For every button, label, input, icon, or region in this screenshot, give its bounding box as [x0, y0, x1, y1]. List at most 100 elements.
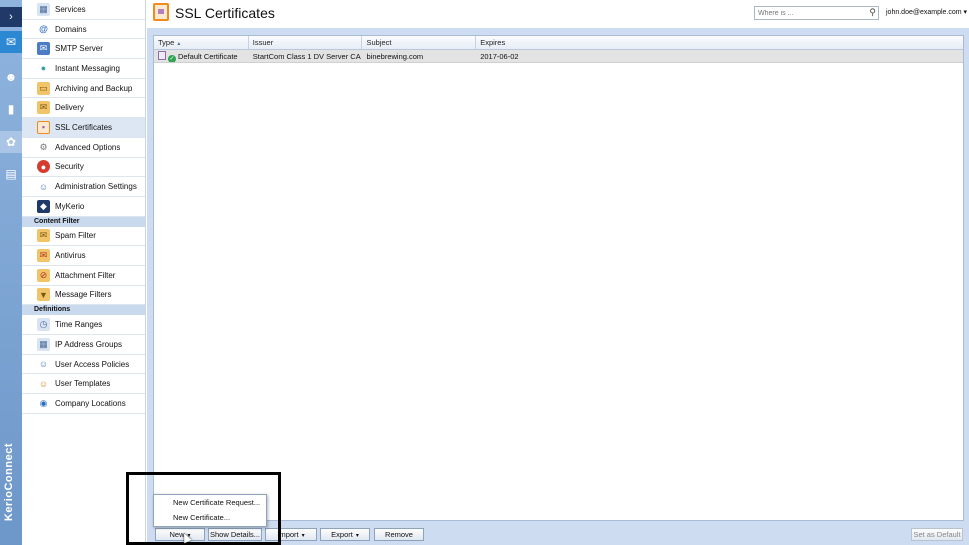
certificates-table: Type ▲ Issuer Subject Expires ✓ Default C…: [153, 35, 964, 521]
nav-item-ip-address-groups[interactable]: ▦ IP Address Groups: [22, 335, 145, 355]
menu-item-new-certificate[interactable]: New Certificate...: [154, 510, 266, 525]
ip-icon: ▦: [37, 337, 50, 351]
mail-icon[interactable]: ✉: [0, 31, 22, 53]
nav-item-instant-messaging[interactable]: ● Instant Messaging: [22, 59, 145, 79]
settings-nav: ▦ Services @ Domains ✉ SMTP Server ● Instant…: [22, 0, 146, 545]
gear-icon[interactable]: ✿: [0, 131, 22, 153]
nav-item-user-templates[interactable]: ☺ User Templates: [22, 374, 145, 395]
nav-item-label: Spam Filter: [55, 231, 96, 241]
nav-item-label: Instant Messaging: [55, 63, 120, 73]
nav-item-domains[interactable]: @ Domains: [22, 20, 145, 40]
admin-icon: ☺: [38, 181, 49, 192]
attachment-icon: ⊘: [37, 268, 50, 282]
nav-item-label: Antivirus: [55, 251, 86, 261]
user-name: john.doe@example.com: [886, 9, 962, 16]
nav-item-delivery[interactable]: ✉ Delivery: [22, 98, 145, 119]
column-header-type[interactable]: Type ▲: [154, 36, 249, 49]
menu-item-new-certificate-request[interactable]: New Certificate Request...: [154, 495, 266, 510]
nav-item-label: User Templates: [55, 379, 111, 389]
nav-item-archiving[interactable]: ▭ Archiving and Backup: [22, 79, 145, 99]
nav-item-label: Security: [55, 162, 84, 172]
nav-item-services[interactable]: ▦ Services: [22, 0, 145, 20]
section-header-definitions: Definitions: [22, 305, 145, 316]
section-header-content-filter: Content Filter: [22, 216, 145, 227]
app-rail: › ✉ ☻ ▮ ✿ ▤ KerioConnect: [0, 0, 22, 545]
nav-item-label: Domains: [55, 24, 87, 34]
cell-type: ✓ Default Certificate: [154, 50, 249, 62]
people-icon[interactable]: ☻: [0, 66, 22, 88]
nav-item-label: SMTP Server: [55, 44, 103, 54]
new-dropdown-menu: New Certificate Request... New Certifica…: [153, 494, 267, 527]
search-input[interactable]: [755, 7, 863, 19]
nav-item-security[interactable]: ● Security: [22, 158, 145, 178]
template-icon: ☺: [38, 378, 49, 389]
nav-item-administration-settings[interactable]: ☺ Administration Settings: [22, 177, 145, 197]
nav-item-label: Attachment Filter: [55, 270, 116, 280]
chevron-down-icon: ▾: [355, 533, 359, 539]
column-header-issuer[interactable]: Issuer: [249, 36, 363, 49]
remove-button[interactable]: Remove: [374, 528, 424, 541]
policy-icon: ☺: [38, 359, 49, 370]
nav-item-label: Company Locations: [55, 398, 126, 408]
search-box[interactable]: ⚲: [754, 6, 879, 20]
nav-item-user-access-policies[interactable]: ☺ User Access Policies: [22, 355, 145, 375]
nav-item-label: Time Ranges: [55, 320, 103, 330]
filter-icon: ▼: [37, 288, 50, 302]
certificate-icon: ▪: [37, 120, 50, 134]
location-icon: ◉: [39, 397, 48, 408]
chart-icon[interactable]: ▮: [0, 98, 22, 120]
mykerio-icon: ◆: [37, 199, 50, 213]
nav-item-label: SSL Certificates: [55, 122, 113, 132]
export-button[interactable]: Export ▾: [320, 528, 370, 541]
set-as-default-button[interactable]: Set as Default: [911, 528, 963, 541]
nav-item-time-ranges[interactable]: ◷ Time Ranges: [22, 315, 145, 335]
nav-item-label: MyKerio: [55, 201, 85, 211]
cell-expires: 2017-06-02: [480, 52, 519, 61]
nav-item-company-locations[interactable]: ◉ Company Locations: [22, 394, 145, 414]
nav-item-label: Message Filters: [55, 290, 112, 300]
nav-item-smtp-server[interactable]: ✉ SMTP Server: [22, 39, 145, 60]
chevron-down-icon: ▾: [301, 533, 305, 539]
nav-item-antivirus[interactable]: ✉ Antivirus: [22, 246, 145, 266]
nav-item-label: Services: [55, 4, 86, 14]
time-icon: ◷: [37, 318, 50, 332]
import-button[interactable]: Import ▾: [265, 528, 317, 541]
nav-item-mykerio[interactable]: ◆ MyKerio: [22, 197, 145, 217]
nav-item-label: IP Address Groups: [55, 339, 122, 349]
user-menu[interactable]: john.doe@example.com ▾: [886, 8, 967, 16]
table-row[interactable]: ✓ Default Certificate StartCom Class 1 DV…: [154, 50, 963, 63]
services-icon: ▦: [37, 2, 50, 16]
nav-item-label: User Access Policies: [55, 359, 130, 369]
expand-icon[interactable]: ›: [0, 7, 22, 27]
nav-item-ssl-certificates[interactable]: ▪ SSL Certificates: [22, 118, 145, 138]
archive-icon: ▭: [37, 81, 50, 95]
show-details-button[interactable]: Show Details...: [208, 528, 262, 541]
nav-item-label: Delivery: [55, 103, 84, 113]
nav-item-attachment-filter[interactable]: ⊘ Attachment Filter: [22, 266, 145, 286]
nav-item-spam-filter[interactable]: ✉ Spam Filter: [22, 227, 145, 247]
search-icon[interactable]: ⚲: [869, 7, 876, 18]
nav-item-message-filters[interactable]: ▼ Message Filters: [22, 286, 145, 306]
main-content: SSL Certificates ⚲ john.doe@example.com …: [147, 0, 969, 545]
nav-item-label: Administration Settings: [55, 182, 137, 192]
nav-item-label: Archiving and Backup: [55, 83, 133, 93]
at-icon: @: [39, 24, 48, 35]
check-icon: ✓: [168, 55, 176, 62]
bottom-toolbar: New ▾ Show Details... Import ▾ Export ▾ Rem…: [147, 525, 969, 545]
sort-ascending-icon: ▲: [176, 41, 182, 47]
certificate-icon: [153, 3, 169, 21]
page-title: SSL Certificates: [175, 5, 275, 21]
column-header-expires[interactable]: Expires: [476, 36, 963, 49]
cell-subject: binebrewing.com: [366, 52, 424, 61]
antivirus-icon: ✉: [37, 249, 50, 263]
column-header-subject[interactable]: Subject: [362, 36, 477, 49]
delivery-icon: ✉: [37, 101, 50, 115]
security-icon: ●: [37, 160, 50, 174]
chat-icon: ●: [40, 63, 47, 74]
nav-item-advanced-options[interactable]: ⚙ Advanced Options: [22, 138, 145, 158]
spam-icon: ✉: [37, 229, 50, 243]
document-icon[interactable]: ▤: [0, 163, 22, 185]
options-icon: ⚙: [39, 141, 48, 152]
brand-logo: KerioConnect: [3, 442, 15, 521]
table-header: Type ▲ Issuer Subject Expires: [154, 36, 963, 50]
